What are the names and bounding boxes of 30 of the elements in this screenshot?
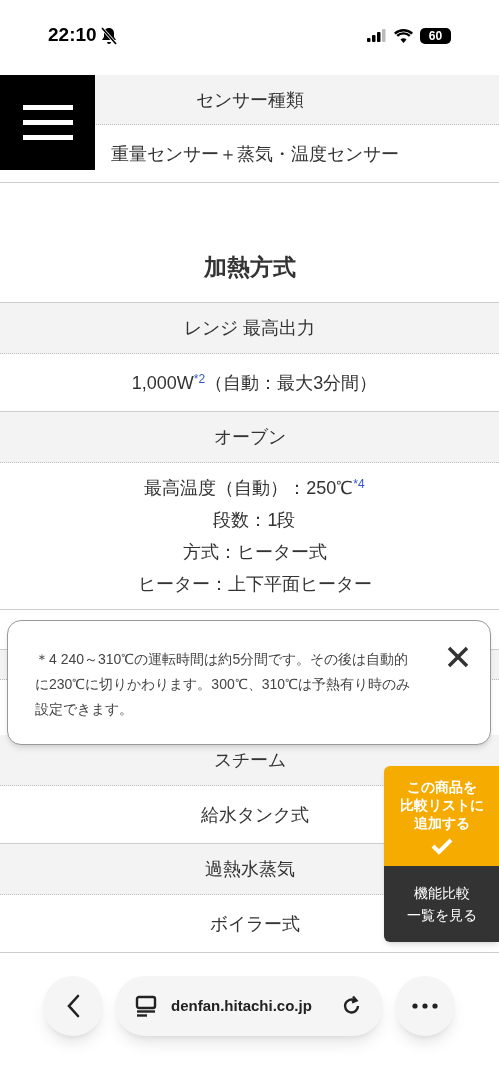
section-title: 加熱方式 [203, 252, 296, 282]
spec-value: 最高温度（自動）：250℃$^{*4}$ [144, 476, 365, 500]
spec-label: スチーム [213, 749, 286, 772]
spec-label: センサー種類 [195, 88, 304, 112]
chevron-left-icon [66, 994, 80, 1018]
spec-value: 給水タンク式 [200, 803, 309, 827]
more-icon [412, 1003, 438, 1009]
address-bar[interactable]: denfan.hitachi.co.jp [115, 976, 383, 1036]
close-button[interactable] [446, 645, 470, 669]
compare-list-button[interactable]: 機能比較 一覧を見る [384, 866, 499, 942]
battery-indicator: 60 [420, 27, 451, 44]
spec-label: 過熱水蒸気 [204, 858, 295, 881]
spec-value: 段数：1段 [213, 509, 296, 532]
footnote-text: ＊4 240～310℃の運転時間は約5分間です。その後は自動的に230℃に切りかわります。300℃、310℃は予熱有り時のみ設定できます。 [35, 650, 412, 719]
back-button[interactable] [43, 976, 103, 1036]
spec-value: 1,000W$^{*2}$（自動：最大3分間） [131, 370, 378, 395]
spec-value: 重量センサー＋蒸気・温度センサー [110, 142, 399, 166]
check-icon [429, 837, 454, 855]
wifi-icon [394, 28, 413, 43]
spec-value: ヒーター：上下平面ヒーター [137, 573, 372, 596]
signal-icon [367, 29, 387, 42]
menu-button[interactable] [0, 75, 95, 170]
spec-value: ボイラー式 [209, 912, 300, 936]
spec-label: オーブン [213, 426, 286, 449]
reader-icon [135, 995, 157, 1017]
clock-time: 22:10 [48, 23, 97, 48]
spec-value: 方式：ヒーター式 [182, 541, 327, 564]
spec-label: レンジ 最高出力 [184, 317, 315, 340]
close-icon [446, 645, 470, 669]
url-text: denfan.hitachi.co.jp [171, 995, 312, 1016]
